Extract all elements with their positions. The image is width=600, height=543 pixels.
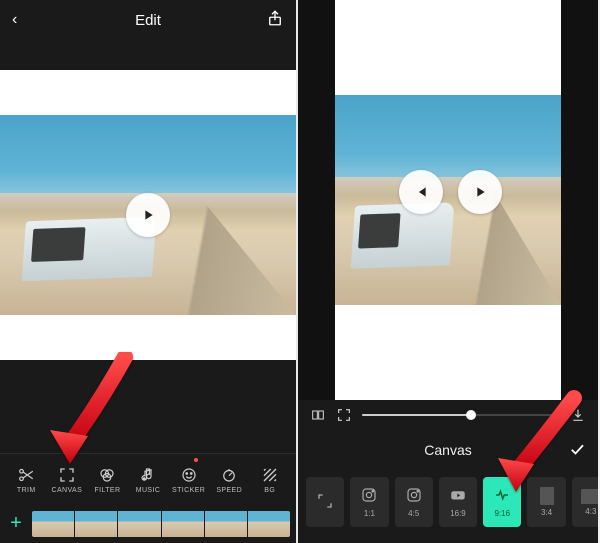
tool-bg[interactable]: BG bbox=[249, 466, 290, 494]
timeline[interactable]: + bbox=[0, 505, 296, 543]
brand-icon bbox=[493, 486, 511, 506]
edit-screen: ‹ Edit TRIM CANVAS bbox=[0, 0, 298, 543]
playback-bar bbox=[298, 400, 598, 430]
tool-speed[interactable]: SPEED bbox=[209, 466, 250, 494]
tool-label: FILTER bbox=[94, 487, 120, 494]
speed-icon bbox=[220, 466, 238, 484]
tool-label: MUSIC bbox=[136, 487, 161, 494]
aspect-label: 1:1 bbox=[364, 509, 375, 518]
sticker-icon bbox=[180, 466, 198, 484]
edit-toolbar: TRIM CANVAS FILTER MUSIC STICKER bbox=[0, 453, 296, 505]
ratio-shape bbox=[581, 489, 598, 504]
download-button[interactable] bbox=[570, 407, 586, 423]
play-button[interactable] bbox=[126, 193, 170, 237]
tool-label: TRIM bbox=[17, 487, 36, 494]
badge-dot bbox=[194, 458, 198, 462]
fullscreen-button[interactable] bbox=[336, 407, 352, 423]
bg-icon bbox=[261, 466, 279, 484]
tool-music[interactable]: MUSIC bbox=[128, 466, 169, 494]
panel-header: Canvas bbox=[298, 430, 598, 470]
music-icon bbox=[139, 466, 157, 484]
share-button[interactable] bbox=[266, 9, 284, 32]
aspect-3-4[interactable]: 3:4 bbox=[527, 477, 565, 527]
clip-thumb[interactable] bbox=[118, 511, 160, 537]
clip-thumb[interactable] bbox=[162, 511, 204, 537]
aspect-label: 4:5 bbox=[408, 509, 419, 518]
scrubber-knob[interactable] bbox=[466, 410, 476, 420]
aspect-label: 16:9 bbox=[450, 509, 466, 518]
clip-strip[interactable] bbox=[32, 511, 290, 537]
tool-filter[interactable]: FILTER bbox=[87, 466, 128, 494]
canvas-9-16-frame[interactable] bbox=[335, 0, 561, 400]
panel-title: Canvas bbox=[424, 442, 471, 458]
aspect-4-5[interactable]: 4:5 bbox=[395, 477, 433, 527]
aspect-ratio-row: 1:1 4:5 16:9 9:16 3:4 4:3 bbox=[298, 470, 598, 534]
tool-canvas[interactable]: CANVAS bbox=[47, 466, 88, 494]
video-preview[interactable] bbox=[0, 70, 296, 360]
back-button[interactable]: ‹ bbox=[12, 11, 30, 29]
clip-thumb[interactable] bbox=[205, 511, 247, 537]
aspect-4-3[interactable]: 4:3 bbox=[572, 477, 598, 527]
aspect-label: 4:3 bbox=[585, 507, 596, 516]
compare-button[interactable] bbox=[310, 407, 326, 423]
preview-frame bbox=[335, 95, 561, 305]
tool-trim[interactable]: TRIM bbox=[6, 466, 47, 494]
clip-thumb[interactable] bbox=[32, 511, 74, 537]
navbar: ‹ Edit bbox=[0, 0, 296, 40]
scrubber-fill bbox=[362, 414, 471, 416]
aspect-16-9[interactable]: 16:9 bbox=[439, 477, 477, 527]
prev-button[interactable] bbox=[399, 170, 443, 214]
instagram-icon bbox=[360, 486, 378, 506]
canvas-preview bbox=[298, 0, 598, 400]
youtube-icon bbox=[449, 486, 467, 506]
tool-sticker[interactable]: STICKER bbox=[168, 466, 209, 494]
aspect-1-1[interactable]: 1:1 bbox=[350, 477, 388, 527]
tool-label: CANVAS bbox=[52, 487, 83, 494]
confirm-button[interactable] bbox=[568, 440, 586, 461]
aspect-label: 3:4 bbox=[541, 508, 552, 517]
instagram-icon bbox=[405, 486, 423, 506]
clip-thumb[interactable] bbox=[248, 511, 290, 537]
expand-icon bbox=[316, 492, 334, 512]
clip-thumb[interactable] bbox=[75, 511, 117, 537]
add-clip-button[interactable]: + bbox=[6, 514, 26, 534]
aspect-free[interactable] bbox=[306, 477, 344, 527]
filter-icon bbox=[98, 466, 116, 484]
scrubber[interactable] bbox=[362, 414, 560, 416]
ratio-shape bbox=[540, 487, 554, 505]
play-button[interactable] bbox=[458, 170, 502, 214]
aspect-9-16[interactable]: 9:16 bbox=[483, 477, 521, 527]
canvas-screen: Canvas 1:1 4:5 16:9 bbox=[298, 0, 598, 543]
tool-label: STICKER bbox=[172, 487, 205, 494]
tool-label: SPEED bbox=[216, 487, 242, 494]
canvas-icon bbox=[58, 466, 76, 484]
tool-label: BG bbox=[264, 487, 275, 494]
aspect-label: 9:16 bbox=[494, 509, 510, 518]
scissors-icon bbox=[17, 466, 35, 484]
page-title: Edit bbox=[30, 12, 266, 29]
